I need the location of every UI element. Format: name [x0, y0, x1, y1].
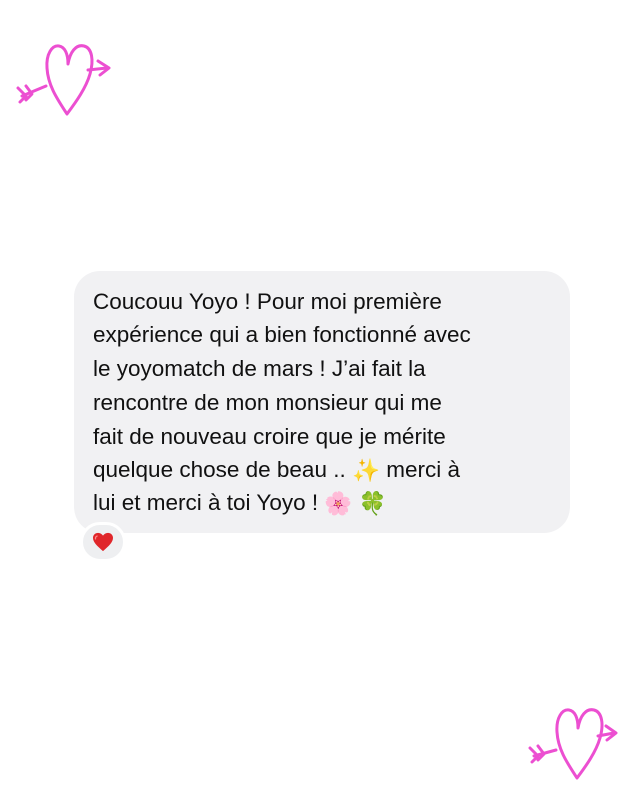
message-text: merci à — [379, 457, 460, 482]
reaction-badge[interactable] — [80, 522, 126, 562]
message-line-with-emoji: lui et merci à toi Yoyo ! 🌸 🍀 — [93, 486, 387, 521]
message-line: expérience qui a bien fonctionné avec — [93, 322, 471, 347]
red-heart-icon — [93, 532, 113, 552]
message-line-with-emoji: quelque chose de beau .. ✨ merci à — [93, 453, 460, 488]
message-text: lui et merci à toi Yoyo ! — [93, 490, 325, 515]
message-line: Coucouu Yoyo ! Pour moi première — [93, 289, 442, 314]
heart-arrow-doodle-icon — [528, 708, 618, 780]
message-line: rencontre de mon monsieur qui me — [93, 390, 442, 415]
heart-arrow-doodle-icon — [16, 44, 111, 116]
sparkles-emoji-icon: ✨ — [351, 457, 380, 484]
message-text: quelque chose de beau .. — [93, 457, 352, 482]
message-line: fait de nouveau croire que je mérite — [93, 424, 446, 449]
four-leaf-clover-emoji-icon: 🍀 — [358, 490, 387, 517]
message-line: le yoyomatch de mars ! J’ai fait la — [93, 356, 426, 381]
cherry-blossom-emoji-icon: 🌸 — [324, 490, 353, 517]
